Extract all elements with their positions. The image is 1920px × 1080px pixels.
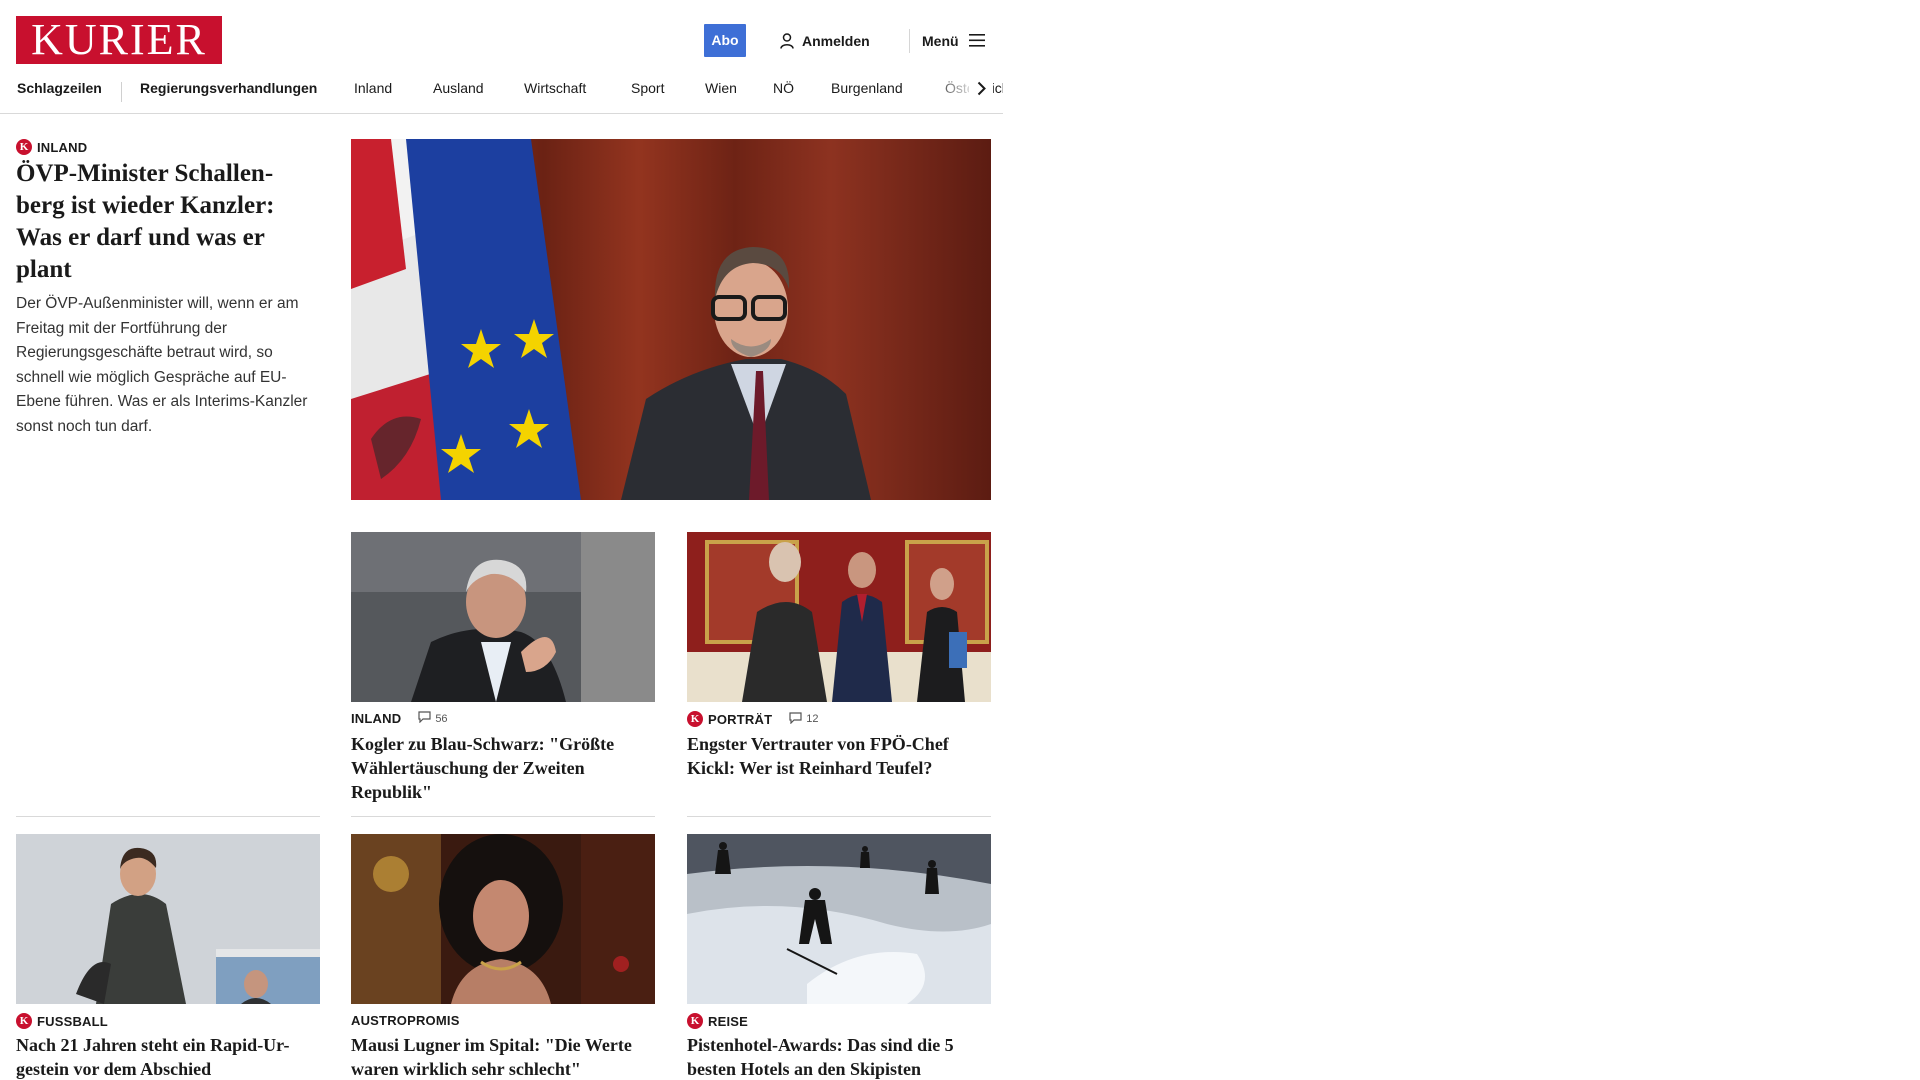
card-meta-kogler: INLAND 56 xyxy=(351,711,448,726)
lead-image[interactable] xyxy=(351,139,991,500)
comment-count-value: 12 xyxy=(806,713,819,725)
lead-headline[interactable]: ÖVP-Minister Schallen-berg ist wieder Ka… xyxy=(16,158,316,286)
comment-icon xyxy=(789,711,802,727)
card-image-ski[interactable] xyxy=(687,834,991,1004)
menu-label: Menü xyxy=(922,32,959,49)
comment-count[interactable]: 56 xyxy=(418,711,448,726)
nav-item-inland[interactable]: Inland xyxy=(354,80,392,113)
card-meta-ski: K REISE xyxy=(687,1013,748,1029)
card-section-label[interactable]: PORTRÄT xyxy=(708,712,772,727)
kurier-k-badge: K xyxy=(687,1013,703,1029)
login-label: Anmelden xyxy=(802,32,870,49)
nav-item-wirtschaft[interactable]: Wirtschaft xyxy=(524,80,586,113)
card-headline-rapid[interactable]: Nach 21 Jahren steht ein Rapid-Ur-gestei… xyxy=(16,1033,320,1080)
card-headline-teufel[interactable]: Engster Vertrauter von FPÖ-Chef Kickl: W… xyxy=(687,732,991,780)
card-section-label[interactable]: AUSTROPROMIS xyxy=(351,1013,460,1028)
comment-icon xyxy=(418,711,431,726)
card-meta-lugner: AUSTROPROMIS xyxy=(351,1013,460,1028)
abo-button[interactable]: Abo xyxy=(704,24,746,57)
nav-divider xyxy=(121,82,122,102)
card-headline-lugner[interactable]: Mausi Lugner im Spital: "Die Werte waren… xyxy=(351,1033,655,1080)
row-divider xyxy=(351,816,655,817)
comment-count-value: 56 xyxy=(435,712,448,725)
lead-meta: K INLAND xyxy=(16,139,87,155)
card-headline-kogler[interactable]: Kogler zu Blau-Schwarz: "Größte Wählertä… xyxy=(351,732,655,804)
site-header: KURIER Abo Anmelden Menü xyxy=(0,0,1006,80)
card-section-label[interactable]: FUSSBALL xyxy=(37,1014,108,1029)
card-section-label[interactable]: INLAND xyxy=(351,711,401,726)
header-divider xyxy=(909,29,910,53)
kurier-k-badge: K xyxy=(16,1013,32,1029)
nav-item-sport[interactable]: Sport xyxy=(631,80,664,113)
nav-item-regierungsverhandlungen[interactable]: Regierungsverhandlungen xyxy=(140,80,317,113)
card-meta-teufel: K PORTRÄT 12 xyxy=(687,711,818,727)
card-image-rapid[interactable] xyxy=(16,834,320,1004)
card-section-label[interactable]: REISE xyxy=(708,1014,748,1029)
hamburger-icon xyxy=(968,34,985,47)
card-meta-rapid: K FUSSBALL xyxy=(16,1013,108,1029)
card-headline-ski[interactable]: Pistenhotel-Awards: Das sind die 5 beste… xyxy=(687,1033,991,1080)
card-image-teufel[interactable] xyxy=(687,532,991,702)
nav-item-ausland[interactable]: Ausland xyxy=(433,80,484,113)
chevron-right-icon xyxy=(977,81,986,101)
lead-teaser[interactable]: Der ÖVP-Außenminister will, wenn er am F… xyxy=(16,292,316,439)
section-nav: Schlagzeilen Regierungsverhandlungen Inl… xyxy=(0,80,1003,114)
nav-item-wien[interactable]: Wien xyxy=(705,80,737,113)
kurier-k-badge: K xyxy=(687,711,703,727)
lead-section-label[interactable]: INLAND xyxy=(37,140,87,155)
row-divider xyxy=(16,816,320,817)
card-image-lugner[interactable] xyxy=(351,834,655,1004)
page: KURIER Abo Anmelden Menü Schlagzeilen Re… xyxy=(0,0,1920,1080)
login-button[interactable]: Anmelden xyxy=(780,24,870,57)
card-image-kogler[interactable] xyxy=(351,532,655,702)
kurier-k-badge: K xyxy=(16,139,32,155)
kurier-logo[interactable]: KURIER xyxy=(16,16,222,64)
menu-button[interactable]: Menü xyxy=(922,24,985,57)
nav-item-noe[interactable]: NÖ xyxy=(773,80,794,113)
row-divider xyxy=(687,816,991,817)
comment-count[interactable]: 12 xyxy=(789,711,819,727)
nav-item-schlagzeilen[interactable]: Schlagzeilen xyxy=(17,80,102,113)
nav-item-burgenland[interactable]: Burgenland xyxy=(831,80,903,113)
user-icon xyxy=(780,32,794,49)
nav-next-button[interactable] xyxy=(969,80,993,102)
